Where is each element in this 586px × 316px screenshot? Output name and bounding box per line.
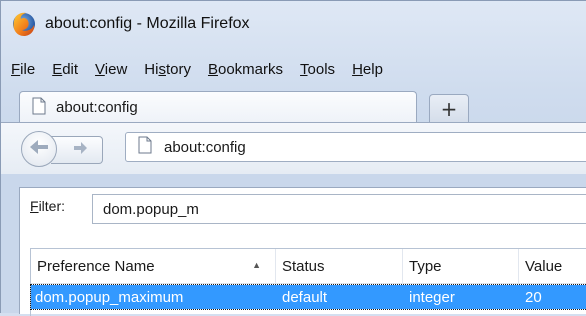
cell-type: integer	[409, 288, 455, 306]
column-header-type[interactable]: Type	[403, 249, 519, 283]
navigation-toolbar: about:config	[1, 122, 586, 174]
window-title: about:config - Mozilla Firefox	[45, 15, 250, 32]
back-forward-group	[21, 131, 121, 167]
menu-tools[interactable]: Tools	[300, 61, 335, 78]
column-header-value[interactable]: Value	[519, 249, 586, 283]
menu-help[interactable]: Help	[352, 61, 383, 78]
cell-preference-name: dom.popup_maximum	[35, 288, 184, 306]
cell-value: 20	[525, 288, 542, 306]
preferences-table: Preference Name ▲ Status Type Value dom.…	[30, 248, 586, 316]
menu-file[interactable]: File	[11, 61, 35, 78]
table-row[interactable]: dom.popup_maximum default integer 20	[30, 284, 586, 310]
url-bar[interactable]: about:config	[125, 132, 586, 162]
firefox-logo-icon[interactable]	[11, 11, 37, 37]
menu-bookmarks[interactable]: Bookmarks	[208, 61, 283, 78]
back-arrow-icon	[29, 139, 49, 159]
new-tab-button[interactable]: +	[429, 94, 469, 123]
menu-edit[interactable]: Edit	[52, 61, 78, 78]
title-bar: about:config - Mozilla Firefox	[11, 11, 250, 37]
table-header: Preference Name ▲ Status Type Value	[31, 249, 586, 284]
menu-bar: File Edit View History Bookmarks Tools H…	[11, 61, 400, 78]
page-icon	[138, 136, 152, 158]
filter-row: Filter:	[30, 198, 65, 214]
forward-arrow-icon	[72, 141, 88, 159]
page-icon	[32, 97, 46, 119]
menu-history[interactable]: History	[144, 61, 191, 78]
cell-status: default	[282, 288, 328, 306]
about-config-page: Filter: dom.popup_m Preference Name ▲ St…	[19, 187, 586, 316]
menu-view[interactable]: View	[95, 61, 127, 78]
sort-ascending-icon: ▲	[252, 260, 261, 270]
url-text: about:config	[164, 138, 246, 156]
tab-label: about:config	[56, 99, 138, 116]
forward-button[interactable]	[51, 136, 103, 164]
back-button[interactable]	[21, 131, 57, 167]
column-header-status[interactable]: Status	[276, 249, 403, 283]
tab-about-config[interactable]: about:config	[19, 91, 417, 123]
filter-label: Filter:	[30, 198, 66, 214]
filter-input[interactable]: dom.popup_m	[92, 194, 586, 224]
browser-window: about:config - Mozilla Firefox File Edit…	[0, 0, 586, 316]
column-header-preference-name[interactable]: Preference Name ▲	[31, 249, 276, 283]
